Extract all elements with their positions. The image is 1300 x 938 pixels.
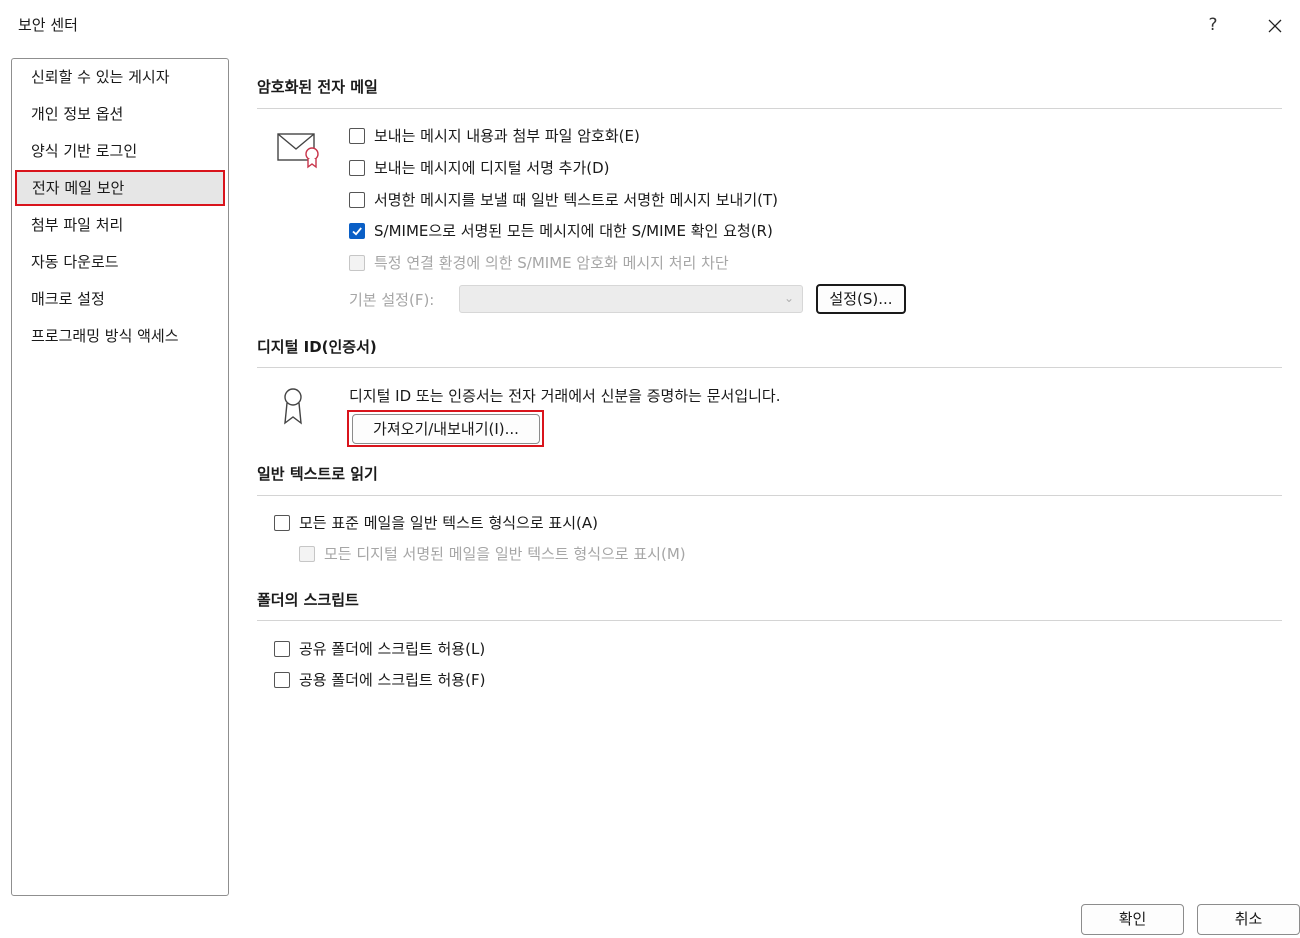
checkbox-box — [299, 545, 315, 562]
checkmark-icon — [352, 226, 362, 235]
category-sidebar: 신뢰할 수 있는 게시자 개인 정보 옵션 양식 기반 로그인 전자 메일 보안… — [11, 58, 229, 896]
section-divider — [257, 495, 1282, 496]
checkbox-label: 보내는 메시지에 디지털 서명 추가(D) — [374, 159, 610, 177]
checkbox-label: 모든 표준 메일을 일반 텍스트 형식으로 표시(A) — [299, 514, 598, 532]
send-cleartext-signed-checkbox[interactable]: 서명한 메시지를 보낼 때 일반 텍스트로 서명한 메시지 보내기(T) — [349, 189, 778, 210]
block-smime-checkbox: 특정 연결 환경에 의한 S/MIME 암호화 메시지 처리 차단 — [349, 252, 729, 273]
section-divider — [257, 367, 1282, 368]
chevron-down-icon: ⌄ — [783, 291, 794, 305]
checkbox-label: 공용 폴더에 스크립트 허용(F) — [299, 671, 486, 689]
checkbox-box[interactable] — [349, 159, 365, 176]
sidebar-item-trusted-publishers[interactable]: 신뢰할 수 있는 게시자 — [14, 59, 226, 95]
checkbox-box[interactable] — [349, 222, 365, 239]
request-smime-receipt-checkbox[interactable]: S/MIME으로 서명된 모든 메시지에 대한 S/MIME 확인 요청(R) — [349, 220, 773, 241]
ok-button[interactable]: 확인 — [1081, 904, 1184, 935]
folder-script-header: 폴더의 스크립트 — [257, 591, 359, 609]
checkbox-label: 서명한 메시지를 보낼 때 일반 텍스트로 서명한 메시지 보내기(T) — [374, 191, 779, 209]
checkbox-box[interactable] — [274, 640, 290, 657]
checkbox-label: 특정 연결 환경에 의한 S/MIME 암호화 메시지 처리 차단 — [374, 254, 729, 272]
cancel-button[interactable]: 취소 — [1197, 904, 1300, 935]
section-divider — [257, 620, 1282, 621]
checkbox-label: 모든 디지털 서명된 메일을 일반 텍스트 형식으로 표시(M) — [324, 545, 686, 563]
close-icon — [1268, 19, 1282, 32]
digital-id-header: 디지털 ID(인증서) — [257, 338, 377, 356]
checkbox-box[interactable] — [349, 191, 365, 208]
digital-id-description: 디지털 ID 또는 인증서는 전자 거래에서 신분을 증명하는 문서입니다. — [349, 387, 781, 405]
sidebar-item-attachment-handling[interactable]: 첨부 파일 처리 — [14, 207, 226, 243]
sidebar-item-email-security[interactable]: 전자 메일 보안 — [15, 170, 225, 206]
default-setting-label: 기본 설정(F): — [349, 291, 435, 309]
encrypt-contents-checkbox[interactable]: 보내는 메시지 내용과 첨부 파일 암호화(E) — [349, 125, 640, 146]
checkbox-box[interactable] — [274, 671, 290, 688]
checkbox-box[interactable] — [349, 127, 365, 144]
highlight-box — [347, 410, 544, 447]
sidebar-item-form-based-signin[interactable]: 양식 기반 로그인 — [14, 133, 226, 169]
allow-public-folder-script-checkbox[interactable]: 공용 폴더에 스크립트 허용(F) — [274, 669, 485, 690]
checkbox-box[interactable] — [274, 514, 290, 531]
close-button[interactable] — [1260, 10, 1290, 40]
read-all-plain-text-checkbox[interactable]: 모든 표준 메일을 일반 텍스트 형식으로 표시(A) — [274, 512, 598, 533]
checkbox-box — [349, 254, 365, 271]
certificate-ribbon-icon — [282, 385, 306, 429]
sidebar-item-macro-settings[interactable]: 매크로 설정 — [14, 281, 226, 317]
sidebar-item-programmatic-access[interactable]: 프로그래밍 방식 액세스 — [14, 318, 226, 354]
title-bar: 보안 센터 ? — [0, 0, 1300, 48]
plain-text-header: 일반 텍스트로 읽기 — [257, 465, 378, 483]
encrypted-email-header: 암호화된 전자 메일 — [257, 78, 378, 96]
checkbox-label: 공유 폴더에 스크립트 허용(L) — [299, 640, 486, 658]
add-digital-signature-checkbox[interactable]: 보내는 메시지에 디지털 서명 추가(D) — [349, 157, 610, 178]
default-setting-dropdown: ⌄ — [459, 285, 803, 313]
settings-button[interactable]: 설정(S)... — [816, 284, 906, 314]
checkbox-label: S/MIME으로 서명된 모든 메시지에 대한 S/MIME 확인 요청(R) — [374, 222, 773, 240]
window-title: 보안 센터 — [18, 16, 78, 34]
allow-shared-folder-script-checkbox[interactable]: 공유 폴더에 스크립트 허용(L) — [274, 638, 485, 659]
help-button[interactable]: ? — [1198, 10, 1228, 40]
section-divider — [257, 108, 1282, 109]
read-signed-plain-text-checkbox: 모든 디지털 서명된 메일을 일반 텍스트 형식으로 표시(M) — [299, 543, 686, 564]
checkbox-label: 보내는 메시지 내용과 첨부 파일 암호화(E) — [374, 127, 640, 145]
sidebar-item-automatic-download[interactable]: 자동 다운로드 — [14, 244, 226, 280]
sidebar-item-privacy-options[interactable]: 개인 정보 옵션 — [14, 96, 226, 132]
envelope-certificate-icon — [276, 130, 322, 174]
